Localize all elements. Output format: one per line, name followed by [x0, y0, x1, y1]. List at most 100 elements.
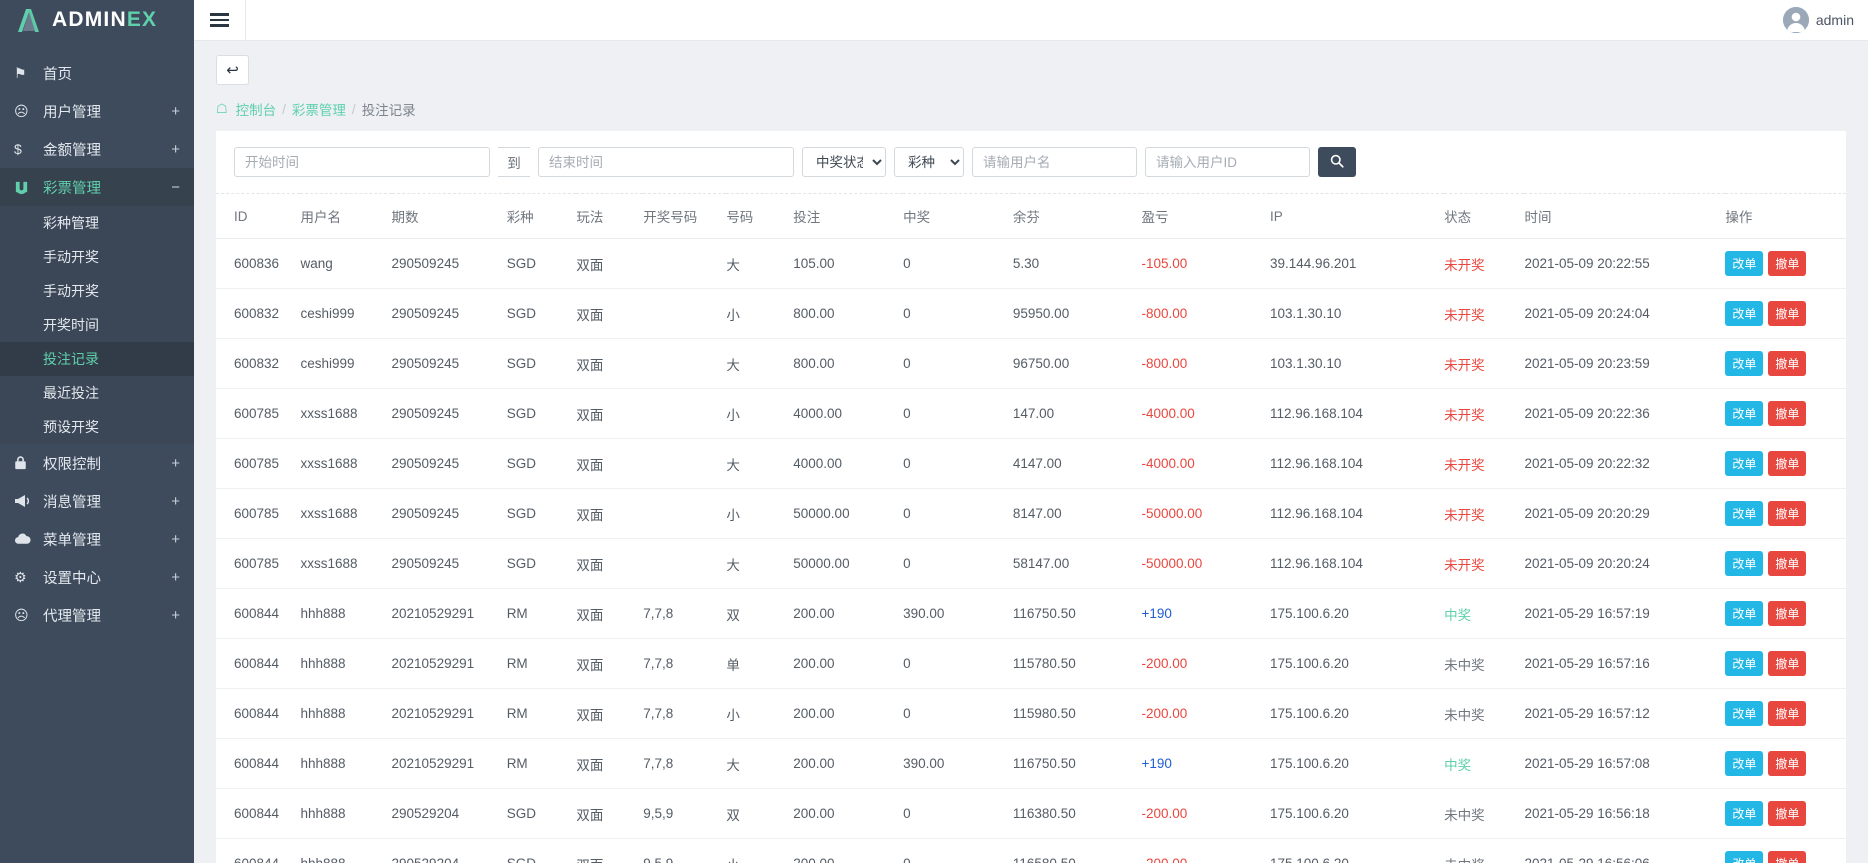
win-status-select[interactable]: 中奖状态	[802, 147, 886, 177]
brand[interactable]: ADMINEX	[0, 0, 194, 40]
th-profit-loss[interactable]: 盈亏	[1141, 194, 1270, 239]
sidebar-subitem-bet-records[interactable]: 投注记录	[0, 342, 194, 376]
cell-win-amount: 0	[903, 439, 1013, 489]
cell-ip: 103.1.30.10	[1270, 339, 1444, 389]
sidebar-item-home[interactable]: ⚑ 首页	[0, 54, 194, 92]
cancel-order-button[interactable]: 撤单	[1768, 401, 1806, 426]
cell-number: 大	[726, 239, 793, 289]
hamburger-icon[interactable]	[194, 0, 246, 41]
cell-username: hhh888	[300, 639, 391, 689]
cancel-order-button[interactable]: 撤单	[1768, 501, 1806, 526]
cell-bet-amount: 4000.00	[793, 439, 903, 489]
end-date-input[interactable]	[538, 147, 794, 177]
edit-order-button[interactable]: 改单	[1725, 651, 1763, 676]
cell-draw-number	[643, 489, 726, 539]
breadcrumb-item-console[interactable]: 控制台	[236, 99, 277, 119]
cell-draw-number: 7,7,8	[643, 689, 726, 739]
sidebar-item-message-management[interactable]: 消息管理 +	[0, 482, 194, 520]
user-avatar-icon	[1783, 7, 1809, 33]
cell-period: 20210529291	[392, 639, 507, 689]
sidebar-subitem-manual-draw-2[interactable]: 手动开奖	[0, 274, 194, 308]
cell-status: 未开奖	[1444, 339, 1524, 389]
user-menu[interactable]: admin	[1783, 7, 1868, 33]
cancel-order-button[interactable]: 撤单	[1768, 251, 1806, 276]
cancel-order-button[interactable]: 撤单	[1768, 301, 1806, 326]
edit-order-button[interactable]: 改单	[1725, 351, 1763, 376]
edit-order-button[interactable]: 改单	[1725, 501, 1763, 526]
th-id[interactable]: ID	[216, 194, 300, 239]
cell-period: 20210529291	[392, 689, 507, 739]
sidebar-item-agent-management[interactable]: ☹ 代理管理 +	[0, 596, 194, 634]
cell-status: 未中奖	[1444, 639, 1524, 689]
cell-username: ceshi999	[300, 289, 391, 339]
sidebar-subitem-recent-bets[interactable]: 最近投注	[0, 376, 194, 410]
cancel-order-button[interactable]: 撤单	[1768, 551, 1806, 576]
sidebar-subitem-manual-draw-1[interactable]: 手动开奖	[0, 240, 194, 274]
sidebar-submenu-lottery: 彩种管理 手动开奖 手动开奖 开奖时间 投注记录 最近投注 预设开奖	[0, 206, 194, 444]
cell-draw-number	[643, 389, 726, 439]
sidebar-item-user-management[interactable]: ☹ 用户管理 +	[0, 92, 194, 130]
sidebar-item-settings-center[interactable]: ⚙ 设置中心 +	[0, 558, 194, 596]
th-period[interactable]: 期数	[392, 194, 507, 239]
cell-lottery-type: SGD	[507, 489, 577, 539]
th-ip[interactable]: IP	[1270, 194, 1444, 239]
edit-order-button[interactable]: 改单	[1725, 551, 1763, 576]
th-username[interactable]: 用户名	[300, 194, 391, 239]
sidebar-item-amount-management[interactable]: $ 金额管理 +	[0, 130, 194, 168]
th-time[interactable]: 时间	[1524, 194, 1725, 239]
cancel-order-button[interactable]: 撤单	[1768, 601, 1806, 626]
cancel-order-button[interactable]: 撤单	[1768, 451, 1806, 476]
th-balance[interactable]: 余芬	[1013, 194, 1142, 239]
edit-order-button[interactable]: 改单	[1725, 451, 1763, 476]
cancel-order-button[interactable]: 撤单	[1768, 651, 1806, 676]
edit-order-button[interactable]: 改单	[1725, 251, 1763, 276]
edit-order-button[interactable]: 改单	[1725, 851, 1763, 863]
sidebar-subitem-draw-time[interactable]: 开奖时间	[0, 308, 194, 342]
user-face-icon: ☹	[14, 103, 36, 120]
sidebar-item-lottery-management[interactable]: 彩票管理 −	[0, 168, 194, 206]
table-body: 600836wang290509245SGD双面大105.0005.30-105…	[216, 239, 1846, 863]
cancel-order-button[interactable]: 撤单	[1768, 851, 1806, 863]
th-bet-amount[interactable]: 投注	[793, 194, 903, 239]
username-input[interactable]	[972, 147, 1137, 177]
operation-buttons: 改单撤单	[1725, 451, 1846, 476]
operation-buttons: 改单撤单	[1725, 751, 1846, 776]
sidebar-subitem-label: 开奖时间	[43, 315, 99, 335]
breadcrumb-item-lottery[interactable]: 彩票管理	[292, 99, 346, 119]
cancel-order-button[interactable]: 撤单	[1768, 801, 1806, 826]
cancel-order-button[interactable]: 撤单	[1768, 751, 1806, 776]
th-win-amount[interactable]: 中奖	[903, 194, 1013, 239]
userid-input[interactable]	[1145, 147, 1310, 177]
start-date-input[interactable]	[234, 147, 490, 177]
th-status[interactable]: 状态	[1444, 194, 1524, 239]
search-icon	[1330, 154, 1344, 171]
sidebar-item-menu-management[interactable]: 菜单管理 +	[0, 520, 194, 558]
th-play-mode[interactable]: 玩法	[576, 194, 643, 239]
th-draw-number[interactable]: 开奖号码	[643, 194, 726, 239]
table-row: 600844hhh88820210529291RM双面7,7,8单200.000…	[216, 639, 1846, 689]
search-button[interactable]	[1318, 147, 1356, 177]
edit-order-button[interactable]: 改单	[1725, 301, 1763, 326]
edit-order-button[interactable]: 改单	[1725, 801, 1763, 826]
edit-order-button[interactable]: 改单	[1725, 601, 1763, 626]
sidebar-subitem-lottery-types[interactable]: 彩种管理	[0, 206, 194, 240]
cloud-icon	[14, 533, 36, 545]
edit-order-button[interactable]: 改单	[1725, 401, 1763, 426]
lottery-type-select[interactable]: 彩种	[894, 147, 964, 177]
table-row: 600785xxss1688290509245SGD双面小50000.00081…	[216, 489, 1846, 539]
cell-bet-amount: 800.00	[793, 339, 903, 389]
edit-order-button[interactable]: 改单	[1725, 701, 1763, 726]
back-button[interactable]: ↩	[216, 55, 249, 85]
cancel-order-button[interactable]: 撤单	[1768, 351, 1806, 376]
sidebar-item-label: 消息管理	[43, 491, 101, 512]
cell-win-amount: 0	[903, 789, 1013, 839]
cell-period: 290509245	[392, 239, 507, 289]
th-number[interactable]: 号码	[726, 194, 793, 239]
sidebar-subitem-preset-draw[interactable]: 预设开奖	[0, 410, 194, 444]
cancel-order-button[interactable]: 撤单	[1768, 701, 1806, 726]
edit-order-button[interactable]: 改单	[1725, 751, 1763, 776]
table-row: 600832ceshi999290509245SGD双面小800.0009595…	[216, 289, 1846, 339]
cell-balance: 147.00	[1013, 389, 1142, 439]
th-lottery-type[interactable]: 彩种	[507, 194, 577, 239]
sidebar-item-permission-control[interactable]: 权限控制 +	[0, 444, 194, 482]
